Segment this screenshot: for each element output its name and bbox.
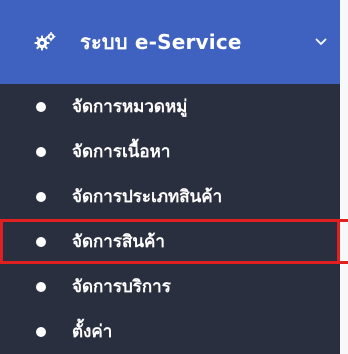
gears-icon	[34, 31, 56, 53]
submenu-item-label: จัดการประเภทสินค้า	[72, 187, 223, 207]
submenu-item-label: จัดการเนื้อหา	[72, 142, 171, 162]
bullet-icon	[36, 146, 46, 157]
submenu-item-settings[interactable]: ตั้งค่า	[0, 309, 340, 354]
menu-header-title: ระบบ e-Service	[80, 30, 242, 54]
submenu-item-manage-categories[interactable]: จัดการหมวดหมู่	[0, 84, 340, 129]
submenu-item-label: จัดการสินค้า	[72, 232, 165, 252]
bullet-icon	[36, 236, 46, 247]
submenu-item-manage-content[interactable]: จัดการเนื้อหา	[0, 129, 340, 174]
submenu-e-service: จัดการหมวดหมู่ จัดการเนื้อหา จัดการประเภ…	[0, 84, 348, 354]
submenu-item-label: ตั้งค่า	[72, 322, 113, 342]
bullet-icon	[36, 191, 46, 202]
chevron-down-icon[interactable]	[310, 31, 332, 53]
page-frame: ระบบ e-Service จัดการหมวดหมู่ จัดการเนื้…	[0, 0, 348, 354]
submenu-item-manage-services[interactable]: จัดการบริการ	[0, 264, 340, 309]
submenu-item-label: จัดการหมวดหมู่	[72, 97, 188, 117]
bullet-icon	[36, 101, 46, 112]
menu-header-e-service[interactable]: ระบบ e-Service	[0, 0, 340, 84]
sidebar: ระบบ e-Service จัดการหมวดหมู่ จัดการเนื้…	[0, 0, 348, 354]
submenu-item-label: จัดการบริการ	[72, 277, 171, 297]
submenu-item-manage-products[interactable]: จัดการสินค้า	[0, 219, 348, 264]
bullet-icon	[36, 281, 46, 292]
bullet-icon	[36, 326, 46, 337]
submenu-item-manage-product-types[interactable]: จัดการประเภทสินค้า	[0, 174, 340, 219]
